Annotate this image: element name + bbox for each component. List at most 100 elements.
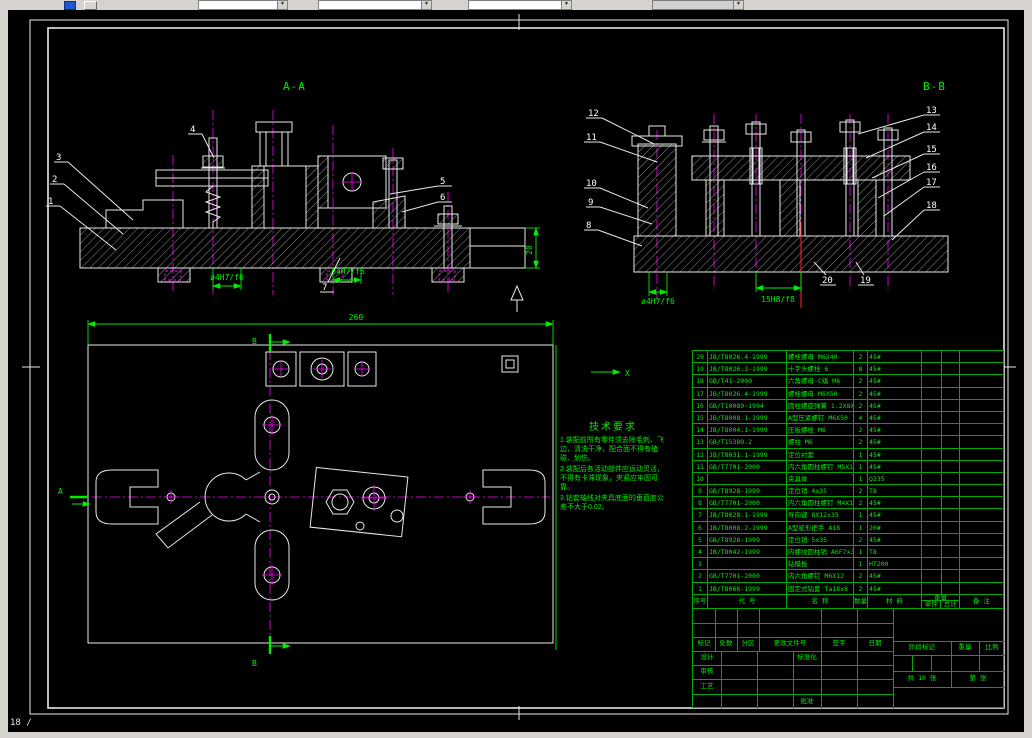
titleblock-label-zone: 分区 xyxy=(741,639,755,647)
cell-code xyxy=(708,558,787,570)
cell-qty: 2 xyxy=(854,387,868,399)
dim-text: ø4H7/f6 xyxy=(210,273,244,282)
section-mark-b-top: B xyxy=(252,334,291,352)
cell-no: 18 xyxy=(693,375,708,387)
cell-w1 xyxy=(922,424,942,436)
color-combo[interactable]: ▼ xyxy=(318,0,432,10)
cell-no: 10 xyxy=(693,472,708,485)
cell-w1 xyxy=(922,497,942,509)
cell-qty: 2 xyxy=(854,375,868,387)
table-row: 20 JB/T8026.4-1999 螺栓螺母 M6X40 2 45# xyxy=(693,351,1003,364)
cell-w1 xyxy=(922,363,942,375)
cell-code: GB/T8928-1999 xyxy=(708,533,787,545)
titleblock-label-stage: 阶段标记 xyxy=(909,643,935,651)
cell-no: 19 xyxy=(693,363,708,375)
cell-rem xyxy=(960,424,1003,435)
cell-qty: 2 xyxy=(854,351,868,363)
cell-w1 xyxy=(922,436,942,448)
table-row: 19 JB/T8026.3-1999 十字头螺栓 6 8 45# xyxy=(693,363,1003,376)
balloon-5: 5 xyxy=(389,177,452,195)
table-row: 3 钻模板 1 HT200 xyxy=(693,558,1003,571)
tech-req-item: 1.装配前所有零件须去除毛刺、飞边，清洗干净，配合面不得有磕碰、划伤。 xyxy=(560,437,664,462)
cell-mat: 45# xyxy=(868,497,922,509)
parts-rows: 20 JB/T8026.4-1999 螺栓螺母 M6X40 2 45# 19 JB/T802… xyxy=(693,351,1003,595)
balloon-8: 8 xyxy=(584,221,643,247)
cell-qty: 2 xyxy=(854,436,868,448)
cell-w2 xyxy=(942,448,960,460)
cell-w2 xyxy=(942,399,960,411)
svg-text:A: A xyxy=(58,487,63,496)
cell-mat: 45# xyxy=(868,363,922,375)
cell-name: 定位衬套 xyxy=(787,448,854,460)
header-name: 名 称 xyxy=(787,594,854,609)
titleblock-label-approve: 批准 xyxy=(800,697,814,705)
cell-rem xyxy=(960,522,1003,533)
cell-w2 xyxy=(942,570,960,582)
parts-list: 20 JB/T8026.4-1999 螺栓螺母 M6X40 2 45# 19 JB/T802… xyxy=(692,350,1004,610)
cell-qty: 1 xyxy=(854,546,868,558)
cell-name: 螺栓螺母 M6X40 xyxy=(787,351,854,363)
table-row: 1 JB/T8066-1999 固定式钻套 Ta18x8 2 45# xyxy=(693,582,1003,595)
cell-qty: 2 xyxy=(854,497,868,509)
titleblock-label-mark: 标记 xyxy=(697,639,711,647)
cell-w2 xyxy=(942,424,960,436)
cell-w2 xyxy=(942,363,960,375)
balloon-3: 3 xyxy=(54,153,134,221)
cell-no: 17 xyxy=(693,387,708,399)
cell-no: 6 xyxy=(693,521,708,533)
dimension-slot-fit-bb: 15H8/f8 xyxy=(755,272,802,304)
titleblock-label-date: 日期 xyxy=(868,639,882,647)
cell-code: GB/T7701-2000 xyxy=(708,570,787,582)
cell-name: 钻模板 xyxy=(787,558,854,570)
cell-qty: 1 xyxy=(854,558,868,570)
cell-qty: 8 xyxy=(854,363,868,375)
cell-code: JB/T8004.1-1999 xyxy=(708,424,787,436)
cell-w2 xyxy=(942,411,960,424)
cell-rem xyxy=(960,570,1003,581)
cell-mat: 20# xyxy=(868,521,922,533)
cell-w1 xyxy=(922,399,942,411)
dim-text: 15H8/f8 xyxy=(761,295,795,304)
header-qty: 数量 xyxy=(854,594,868,609)
toolbar-button[interactable] xyxy=(84,1,97,10)
titleblock-label-process: 工艺 xyxy=(700,682,714,690)
linetype-combo[interactable]: ▼ xyxy=(468,0,572,10)
chevron-down-icon[interactable]: ▼ xyxy=(733,1,743,9)
tech-req-item: 3.钻套轴线对夹具底面的垂直度公差不大于0.02。 xyxy=(560,495,664,511)
title-block: 标记 处数 分区 更改文件号 签字 日期 设计 审核 工艺 标准化 批准 阶段标… xyxy=(692,608,1005,709)
cell-name: 固定式钻套 Ta18x8 xyxy=(787,582,854,594)
coords-readout: 18 / xyxy=(10,718,32,728)
chevron-down-icon[interactable]: ▼ xyxy=(561,1,571,9)
cell-qty: 1 xyxy=(854,472,868,485)
cell-w1 xyxy=(922,460,942,472)
cell-no: 15 xyxy=(693,411,708,424)
cell-w2 xyxy=(942,485,960,497)
cell-no: 9 xyxy=(693,485,708,497)
lineweight-combo[interactable]: ▼ xyxy=(652,0,744,10)
cell-name: 定位销 4x35 xyxy=(787,485,854,497)
parts-header: 序号 代 号 名 称 数量 材 料 重量 单件 总计 备 注 xyxy=(693,594,1003,609)
cell-w1 xyxy=(922,558,942,570)
chevron-down-icon[interactable]: ▼ xyxy=(277,1,287,9)
titleblock-sheet-total: 共 10 张 xyxy=(893,671,951,687)
cell-qty: 1 xyxy=(854,509,868,521)
drawing-canvas[interactable]: A-A ø4H7/f6 ø4H7/f6 20 3 2 1 4 5 6 7 B-B… xyxy=(8,10,1024,732)
cell-w1 xyxy=(922,509,942,521)
toolbar: ▼ ▼ ▼ ▼ xyxy=(0,0,1032,10)
table-row: 8 GB/T7701-2000 内六角圆柱螺钉 M4X12 2 45# xyxy=(693,497,1003,510)
cell-no: 8 xyxy=(693,497,708,509)
table-row: 15 JB/T8008.1-1999 A型压紧螺钉 M6X50 4 45# xyxy=(693,411,1003,425)
cell-w1 xyxy=(922,448,942,460)
cell-no: 12 xyxy=(693,448,708,460)
chevron-down-icon[interactable]: ▼ xyxy=(421,1,431,9)
table-row: 2 GB/T7701-2000 内六角螺钉 M6X12 2 45# xyxy=(693,570,1003,583)
layer-combo[interactable]: ▼ xyxy=(198,0,288,10)
cell-w1 xyxy=(922,387,942,399)
cell-name: 六角螺母-C级 M6 xyxy=(787,375,854,387)
dim-text: ø4H7/f6 xyxy=(641,297,675,306)
cell-rem xyxy=(960,449,1003,460)
cell-w2 xyxy=(942,472,960,485)
properties-grid-icon[interactable] xyxy=(64,1,76,10)
cell-code: JB/T8008.1-1999 xyxy=(708,411,787,424)
cell-name: 内六角圆柱螺钉 M5X10 xyxy=(788,460,854,472)
